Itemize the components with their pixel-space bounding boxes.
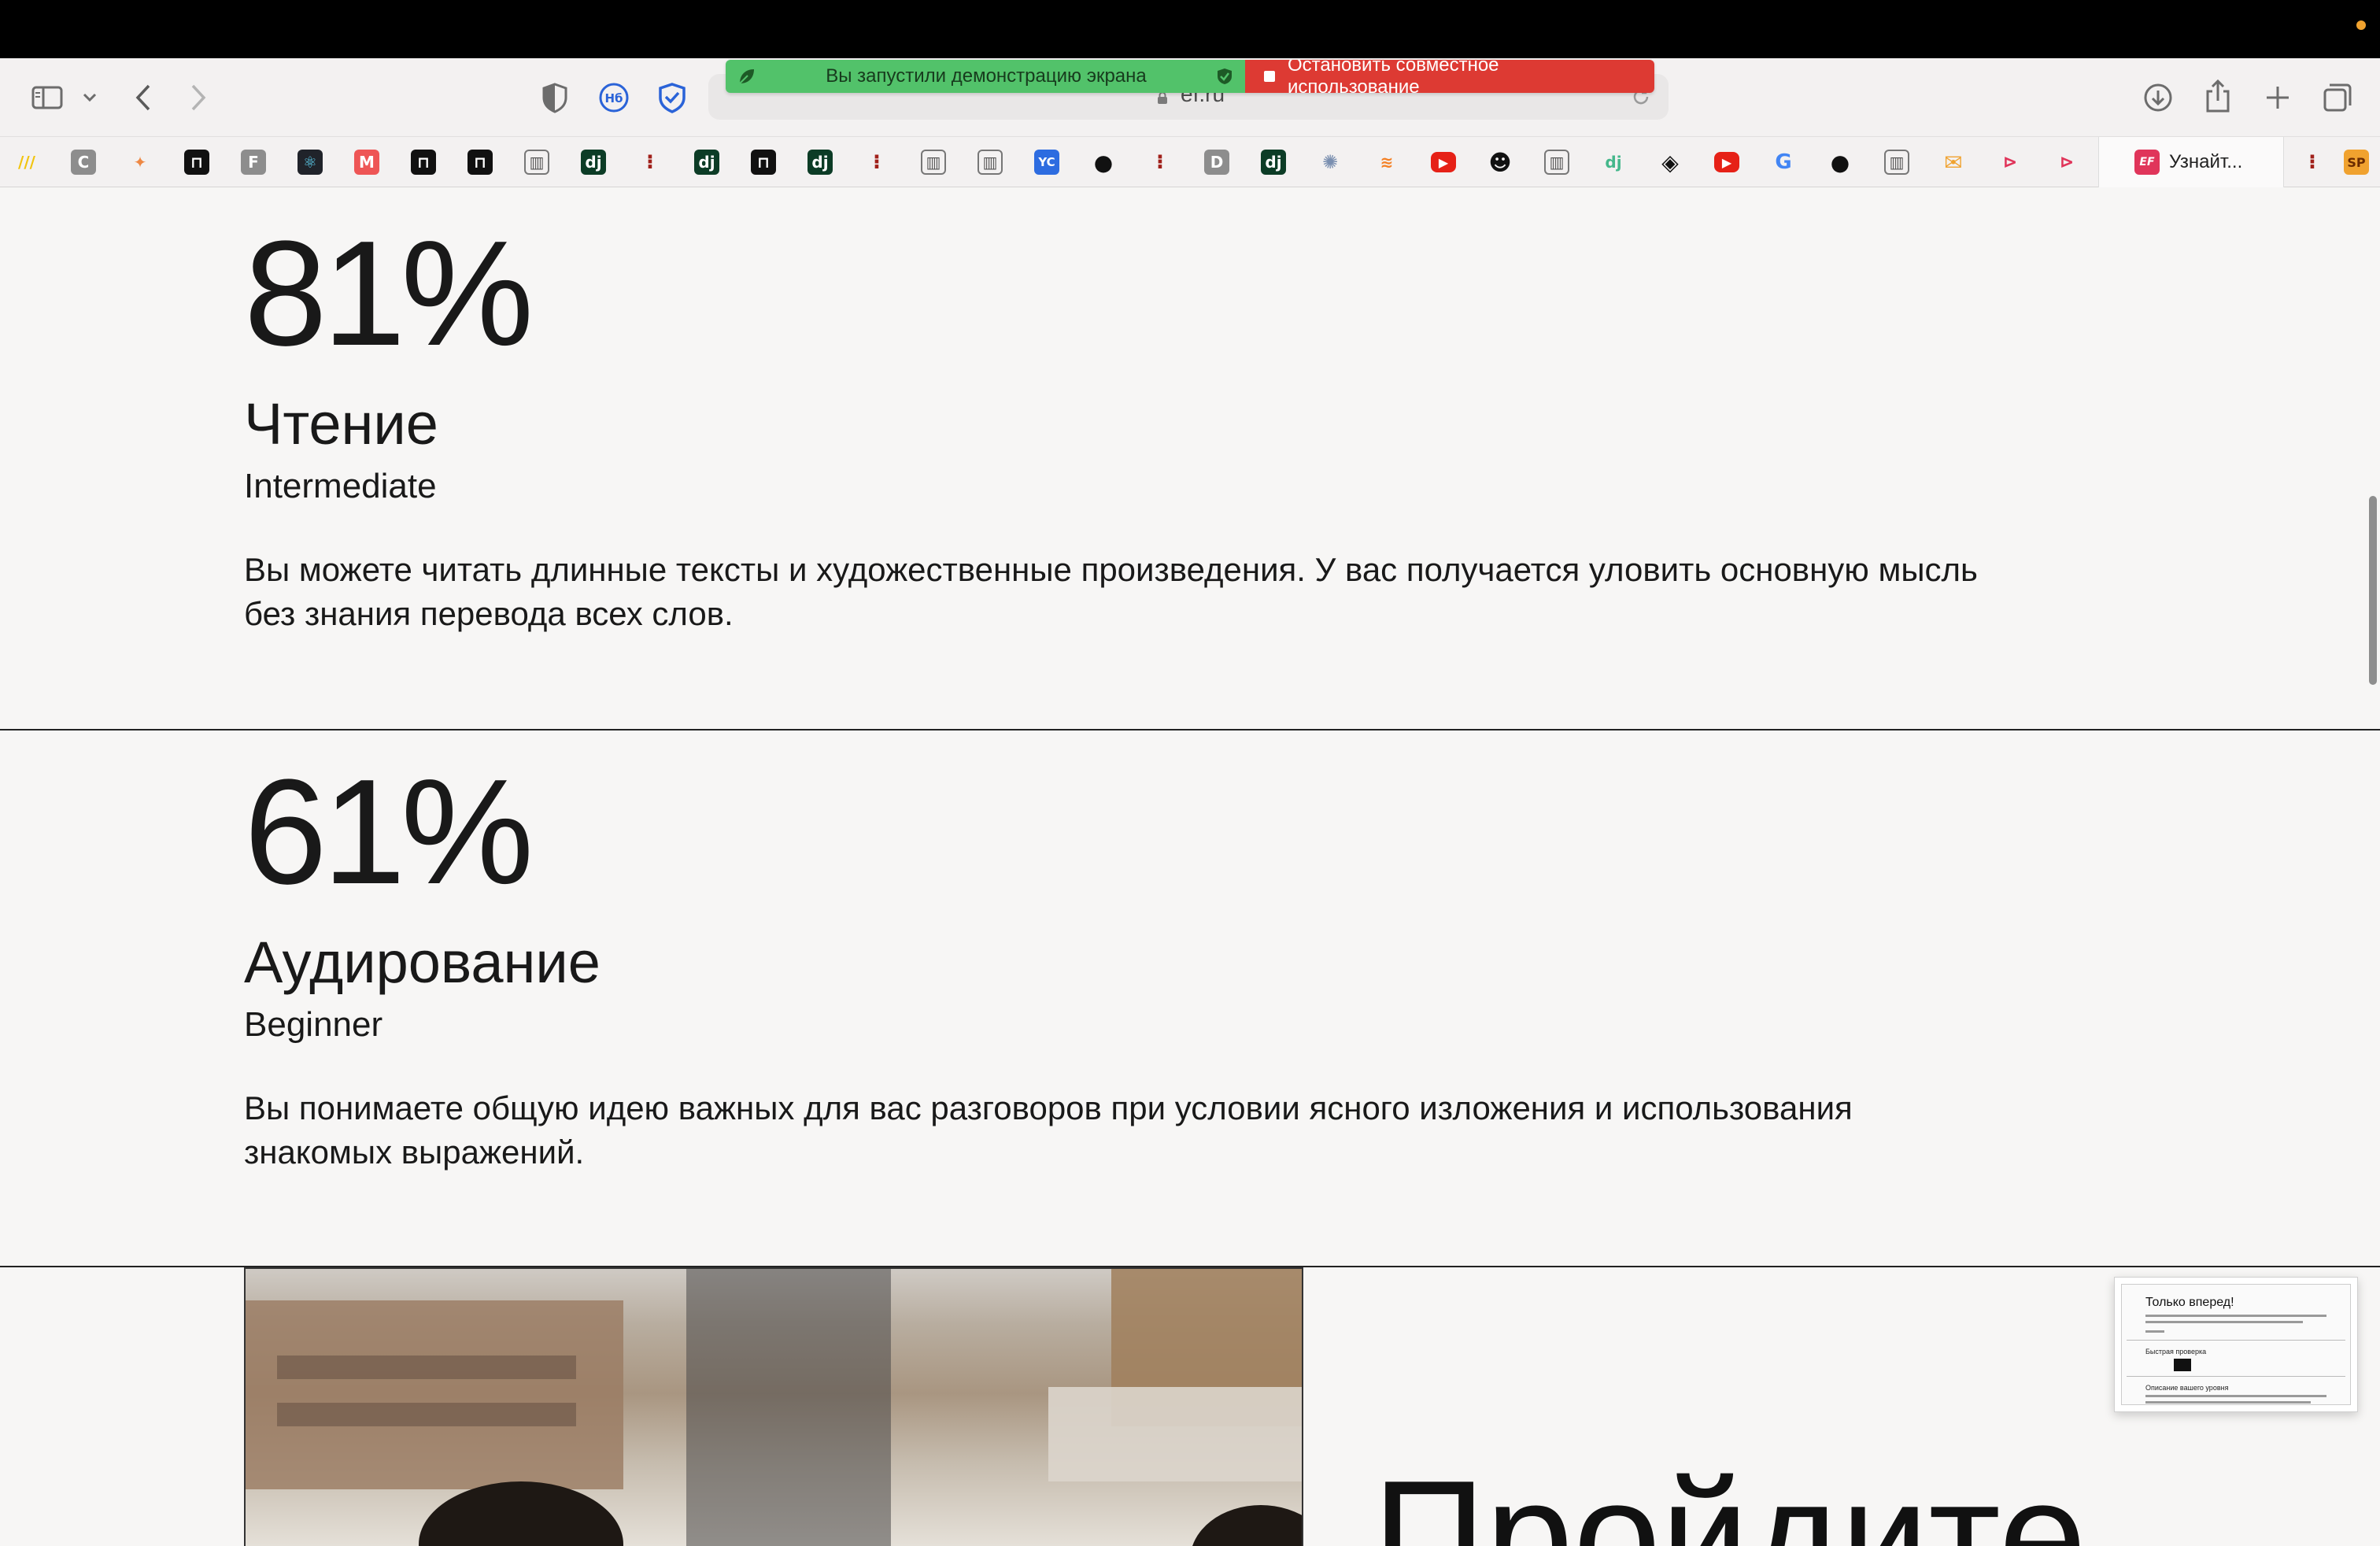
reading-title: Чтение: [244, 391, 438, 457]
bookmark-red-dots4-icon[interactable]: ⁝: [2300, 150, 2325, 175]
extension-shield-check-icon[interactable]: [656, 82, 688, 113]
forward-icon[interactable]: [189, 83, 208, 112]
bookmark-envelope-icon[interactable]: ✉: [1941, 150, 1966, 176]
thumbnail-section1: Быстрая проверка: [2145, 1348, 2207, 1356]
downloads-icon[interactable]: [2142, 82, 2174, 113]
listening-description-line2: знакомых выражений.: [244, 1134, 585, 1171]
bookmark-django-icon[interactable]: dj: [581, 150, 606, 175]
bookmark-book2-icon[interactable]: ▥: [921, 150, 946, 175]
bookmark-django4-icon[interactable]: dj: [1261, 150, 1286, 175]
listening-level: Beginner: [244, 1005, 383, 1044]
bookmark-django3-icon[interactable]: dj: [808, 150, 833, 175]
lock-icon: [1157, 91, 1168, 104]
bookmark-book-icon[interactable]: ▥: [524, 150, 549, 175]
chevron-down-icon[interactable]: [82, 91, 98, 104]
bookmark-youtube2-icon[interactable]: ▶: [1714, 152, 1739, 172]
privacy-shield-icon[interactable]: [541, 82, 568, 113]
cta-title: Пройдите: [1373, 1448, 2086, 1546]
bookmark-diamond-icon[interactable]: ◈: [1658, 150, 1683, 176]
listening-percent: 61%: [244, 749, 534, 915]
reading-level: Intermediate: [244, 467, 437, 505]
bookmark-n3-icon[interactable]: ⊓: [468, 150, 493, 175]
svg-text:Hб: Hб: [604, 91, 623, 105]
sidebar-toggle-icon[interactable]: [31, 85, 63, 110]
bookmark-github2-icon[interactable]: ●: [1828, 150, 1853, 176]
listening-title: Аудирование: [244, 930, 601, 995]
bookmark-red-dots-icon[interactable]: ⁝: [638, 150, 663, 175]
reading-description-line1: Вы можете читать длинные тексты и художе…: [244, 551, 1978, 588]
bookmark-n4-icon[interactable]: ⊓: [751, 150, 776, 175]
stop-icon: [1264, 71, 1275, 82]
screen: Hб ef.ru Вы запустили демонстрацию экран…: [0, 0, 2380, 1546]
tab-ef-favicon-icon: EF: [2134, 150, 2160, 175]
share-status: Вы запустили демонстрацию экрана: [726, 60, 1245, 93]
bookmark-book4-icon[interactable]: ▥: [1544, 150, 1569, 175]
bookmark-red-dots2-icon[interactable]: ⁝: [864, 150, 889, 175]
bookmark-n-icon[interactable]: ⊓: [184, 150, 209, 175]
bookmark-stripes-icon[interactable]: ///: [14, 150, 39, 175]
bookmark-youtube-icon[interactable]: ▶: [1431, 152, 1456, 172]
listening-description: Вы понимаете общую идею важных для вас р…: [244, 1086, 2164, 1174]
tab-title[interactable]: Узнайт...: [2169, 151, 2242, 173]
thumbnail-title: Только вперед!: [2145, 1296, 2234, 1309]
bookmark-figma-icon[interactable]: ✦: [128, 150, 153, 175]
bookmark-robot-icon[interactable]: ☻: [1488, 150, 1513, 176]
listening-description-line1: Вы понимаете общую идею важных для вас р…: [244, 1089, 1853, 1126]
bookmark-book5-icon[interactable]: ▥: [1884, 150, 1909, 175]
bookmark-sp-icon[interactable]: SP: [2344, 150, 2369, 175]
bookmark-book3-icon[interactable]: ▥: [978, 150, 1003, 175]
new-tab-icon[interactable]: [2264, 83, 2292, 112]
stop-sharing-button[interactable]: Остановить совместное использование: [1245, 60, 1654, 93]
bookmark-c-icon[interactable]: C: [71, 150, 96, 175]
bookmark-n2-icon[interactable]: ⊓: [411, 150, 436, 175]
reading-description: Вы можете читать длинные тексты и художе…: [244, 548, 2164, 636]
bookmark-blob-icon[interactable]: ✺: [1318, 150, 1343, 175]
tab-overview-icon[interactable]: [2322, 82, 2353, 113]
recording-indicator-icon: [2356, 20, 2366, 30]
leaf-icon: [737, 66, 757, 87]
page-thumbnail-preview[interactable]: Только вперед! Быстрая проверка Описание…: [2114, 1277, 2358, 1412]
bookmarks-bar: /// C ✦ ⊓ F ⚛ M ⊓ ⊓ ▥ dj ⁝ dj ⊓ dj ⁝ ▥ ▥…: [0, 137, 2380, 187]
bookmark-stackoverflow-icon[interactable]: ≋: [1374, 150, 1399, 175]
page-scrollbar[interactable]: [2369, 496, 2377, 685]
bookmark-red-dots3-icon[interactable]: ⁝: [1148, 150, 1173, 175]
bookmark-react-icon[interactable]: ⚛: [298, 150, 323, 175]
extension-hb-icon[interactable]: Hб: [598, 82, 630, 113]
share-status-label: Вы запустили демонстрацию экрана: [826, 65, 1147, 87]
bookmark-mail-icon[interactable]: M: [354, 150, 379, 175]
bookmark-google-icon[interactable]: G: [1771, 150, 1796, 175]
page-content: 81% Чтение Intermediate Вы можете читать…: [0, 189, 2380, 1546]
bookmark-django2-icon[interactable]: dj: [694, 150, 719, 175]
bookmark-github-icon[interactable]: ●: [1091, 150, 1116, 176]
screen-share-banner: Вы запустили демонстрацию экрана Останов…: [726, 60, 1654, 93]
back-icon[interactable]: [134, 83, 153, 112]
shield-check-icon: [1215, 67, 1234, 86]
bookmark-d-icon[interactable]: D: [1204, 150, 1229, 175]
bookmark-play-icon[interactable]: ⊳: [1998, 150, 2023, 175]
bookmark-f-icon[interactable]: F: [241, 150, 266, 175]
bookmark-django-green-icon[interactable]: dj: [1601, 150, 1626, 175]
stop-sharing-label: Остановить совместное использование: [1287, 60, 1499, 93]
bookmark-yc-icon[interactable]: YC: [1034, 150, 1059, 175]
menu-bar: [0, 0, 2380, 58]
city-photo: [244, 1267, 1303, 1546]
section-divider: [0, 729, 2380, 730]
share-icon[interactable]: [2204, 79, 2232, 113]
thumbnail-section2: Описание вашего уровня: [2145, 1384, 2229, 1392]
reading-description-line2: без знания перевода всех слов.: [244, 595, 734, 632]
reading-percent: 81%: [244, 210, 534, 377]
bookmark-play2-icon[interactable]: ⊳: [2054, 150, 2079, 175]
